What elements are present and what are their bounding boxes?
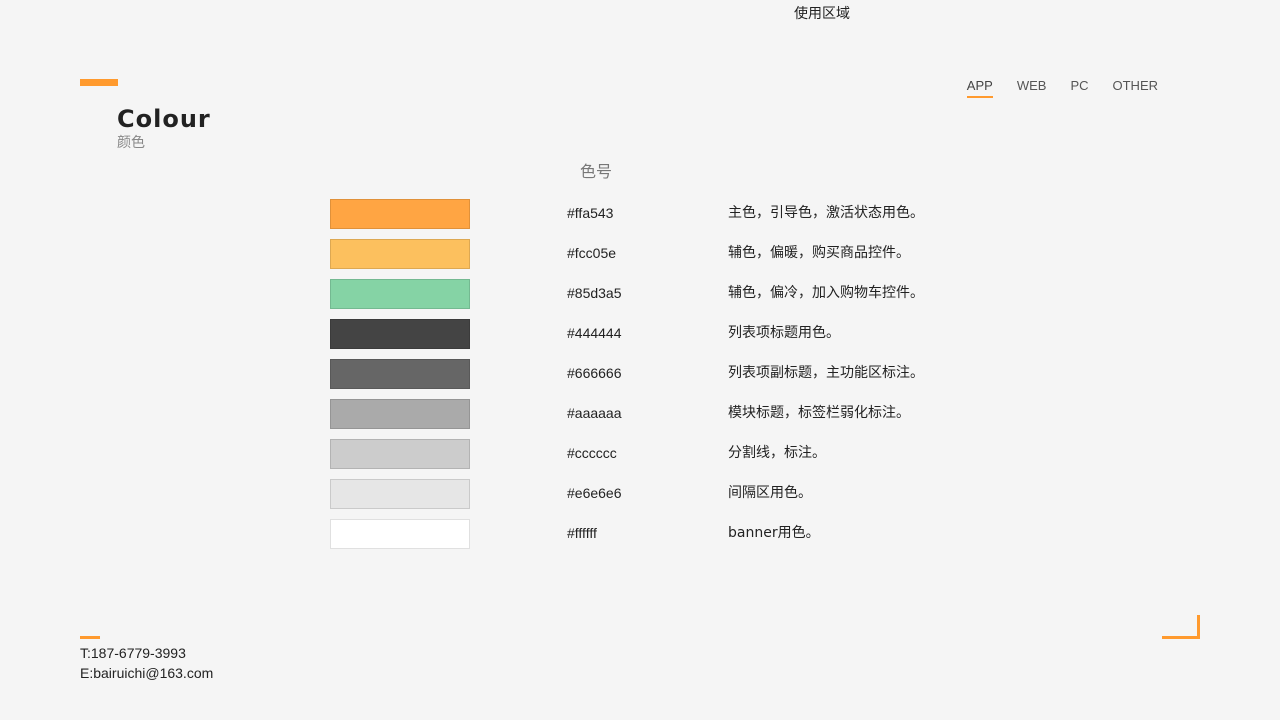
color-usage: 辅色，偏冷，加入购物车控件。 — [728, 285, 924, 301]
color-usage: 分割线，标注。 — [728, 445, 826, 461]
color-row: #cccccc 分割线，标注。 — [330, 439, 1030, 469]
color-swatch — [330, 519, 470, 549]
color-usage: 列表项标题用色。 — [728, 325, 840, 341]
color-row: #444444 列表项标题用色。 — [330, 319, 1030, 349]
color-swatch — [330, 479, 470, 509]
color-hex: #444444 — [567, 325, 622, 341]
accent-bar-bottom — [80, 636, 100, 639]
color-hex: #666666 — [567, 365, 622, 381]
color-swatch — [330, 319, 470, 349]
color-usage: 辅色，偏暖，购买商品控件。 — [728, 245, 910, 261]
color-row: #fcc05e 辅色，偏暖，购买商品控件。 — [330, 239, 1030, 269]
color-row: #85d3a5 辅色，偏冷，加入购物车控件。 — [330, 279, 1030, 309]
color-hex: #cccccc — [567, 445, 617, 461]
top-nav: APP WEB PC OTHER — [943, 78, 1158, 98]
color-hex: #aaaaaa — [567, 405, 622, 421]
color-hex: #ffa543 — [567, 205, 614, 221]
column-header-code: 色号 — [580, 162, 613, 181]
nav-item-other[interactable]: OTHER — [1113, 78, 1159, 98]
color-swatch — [330, 439, 470, 469]
nav-item-web[interactable]: WEB — [1017, 78, 1047, 98]
nav-item-app[interactable]: APP — [966, 78, 993, 98]
color-row: #666666 列表项副标题，主功能区标注。 — [330, 359, 1030, 389]
nav-item-pc[interactable]: PC — [1070, 78, 1088, 98]
color-hex: #e6e6e6 — [567, 485, 622, 501]
color-row: #e6e6e6 间隔区用色。 — [330, 479, 1030, 509]
color-usage: 间隔区用色。 — [728, 485, 812, 501]
color-hex: #fcc05e — [567, 245, 617, 261]
color-usage: 主色，引导色，激活状态用色。 — [728, 205, 924, 221]
contact-phone: T:187-6779-3993 — [80, 645, 186, 661]
color-usage: 列表项副标题，主功能区标注。 — [728, 365, 924, 381]
color-swatch — [330, 279, 470, 309]
page-title: Colour — [117, 105, 211, 133]
color-row: #aaaaaa 模块标题，标签栏弱化标注。 — [330, 399, 1030, 429]
color-row: #ffa543 主色，引导色，激活状态用色。 — [330, 199, 1030, 229]
color-row: #ffffff banner用色。 — [330, 519, 1030, 549]
color-hex: #85d3a5 — [567, 285, 622, 301]
page-subtitle: 颜色 — [117, 135, 145, 151]
accent-bar-top — [80, 79, 118, 86]
color-swatch — [330, 199, 470, 229]
column-header-usage: 使用区域 — [794, 6, 850, 22]
color-usage: 模块标题，标签栏弱化标注。 — [728, 405, 910, 421]
color-swatch — [330, 359, 470, 389]
color-swatch — [330, 399, 470, 429]
color-hex: #ffffff — [567, 525, 597, 541]
corner-bracket-icon — [1162, 615, 1200, 639]
color-usage: banner用色。 — [728, 525, 820, 541]
contact-email: E:bairuichi@163.com — [80, 665, 214, 681]
color-swatch — [330, 239, 470, 269]
